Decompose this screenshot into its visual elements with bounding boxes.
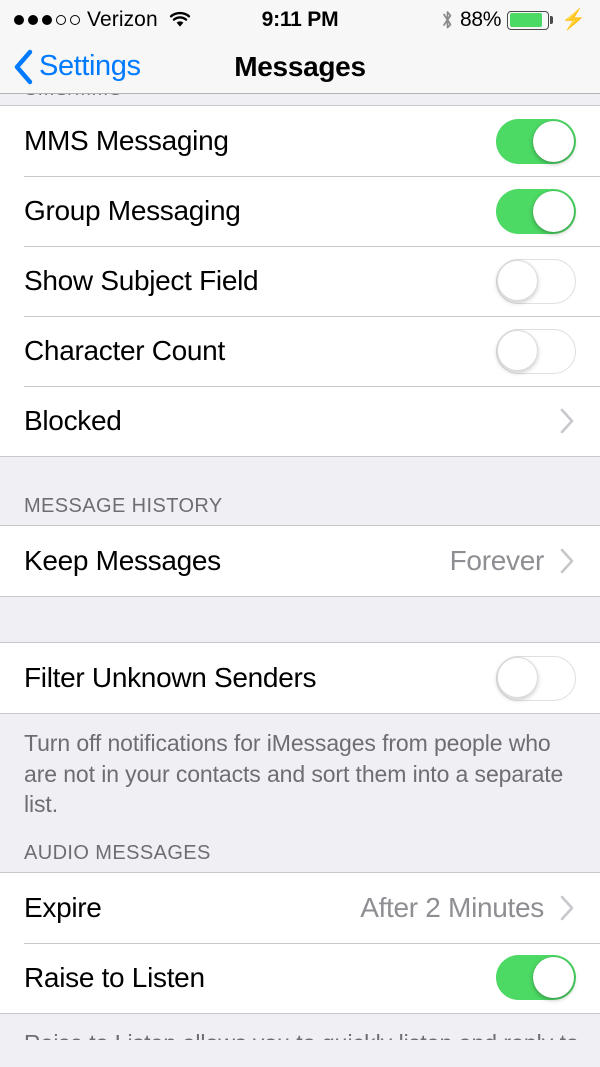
status-bar-left: Verizon <box>14 8 192 32</box>
bluetooth-icon <box>441 9 454 31</box>
row-label: Show Subject Field <box>24 265 259 296</box>
section-header-audio-messages: AUDIO MESSAGES <box>0 819 600 872</box>
messages-settings-screen: Verizon 9:11 PM 88% ⚡ Settings Messages … <box>0 0 600 1067</box>
settings-list: SMS/MMS MMS Messaging Group Messaging Sh… <box>0 94 600 1040</box>
row-label: Keep Messages <box>24 545 221 576</box>
wifi-icon <box>168 11 192 29</box>
toggle-group-messaging[interactable] <box>496 188 576 234</box>
toggle-raise-to-listen[interactable] <box>496 955 576 1001</box>
row-keep-messages[interactable]: Keep Messages Forever <box>0 526 600 596</box>
chevron-right-icon <box>558 406 576 436</box>
status-bar-right: 88% ⚡ <box>441 8 586 32</box>
row-label: MMS Messaging <box>24 125 229 156</box>
carrier-label: Verizon <box>87 8 158 31</box>
row-filter-unknown-senders[interactable]: Filter Unknown Senders <box>0 643 600 713</box>
section-spacer <box>0 597 600 643</box>
status-bar: Verizon 9:11 PM 88% ⚡ <box>0 0 600 40</box>
section-filter-unknown-senders: Filter Unknown Senders <box>0 643 600 714</box>
back-button[interactable]: Settings <box>0 49 141 85</box>
chevron-right-icon <box>558 893 576 923</box>
section-audio-messages: Expire After 2 Minutes Raise to Listen <box>0 871 600 1013</box>
back-button-label: Settings <box>39 50 141 82</box>
row-label: Character Count <box>24 335 225 366</box>
row-character-count[interactable]: Character Count <box>0 316 600 386</box>
row-show-subject-field[interactable]: Show Subject Field <box>0 246 600 316</box>
footer-filter-description: Turn off notifications for iMessages fro… <box>0 714 600 820</box>
row-mms-messaging[interactable]: MMS Messaging <box>0 106 600 176</box>
clock-label: 9:11 PM <box>261 8 339 31</box>
toggle-filter-unknown-senders[interactable] <box>496 655 576 701</box>
section-header-sms-mms: SMS/MMS <box>0 94 600 106</box>
row-blocked[interactable]: Blocked <box>0 386 600 456</box>
row-value: After 2 Minutes <box>360 891 544 923</box>
section-header-message-history: MESSAGE HISTORY <box>0 457 600 525</box>
row-label: Group Messaging <box>24 195 241 226</box>
row-raise-to-listen[interactable]: Raise to Listen <box>0 942 600 1013</box>
row-label: Blocked <box>24 405 122 436</box>
charging-bolt-icon: ⚡ <box>561 9 586 31</box>
section-sms-mms: MMS Messaging Group Messaging Show Subje… <box>0 106 600 457</box>
battery-percent-label: 88% <box>459 8 502 31</box>
row-value: Forever <box>449 545 545 576</box>
toggle-mms-messaging[interactable] <box>496 118 576 164</box>
row-label: Raise to Listen <box>24 961 205 993</box>
signal-strength-icon <box>14 15 80 25</box>
footer-audio-description: Raise to Listen allows you to quickly li… <box>0 1012 600 1040</box>
section-message-history: Keep Messages Forever <box>0 525 600 597</box>
row-label: Filter Unknown Senders <box>24 662 317 693</box>
row-expire[interactable]: Expire After 2 Minutes <box>0 872 600 943</box>
row-label: Expire <box>24 891 102 923</box>
toggle-show-subject-field[interactable] <box>496 258 576 304</box>
navigation-bar: Settings Messages <box>0 40 600 94</box>
row-group-messaging[interactable]: Group Messaging <box>0 176 600 246</box>
toggle-character-count[interactable] <box>496 328 576 374</box>
battery-icon <box>507 10 554 30</box>
chevron-left-icon <box>12 49 34 85</box>
chevron-right-icon <box>558 546 576 576</box>
